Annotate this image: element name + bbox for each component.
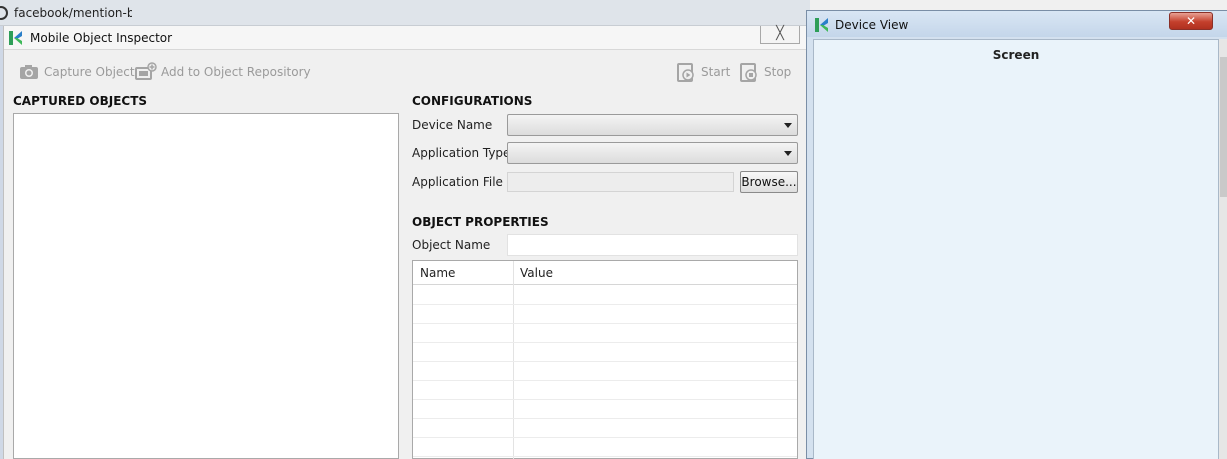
object-properties-heading: OBJECT PROPERTIES [412, 215, 549, 229]
device-view-title: Device View [835, 18, 909, 32]
object-name-label: Object Name [412, 238, 491, 252]
application-type-dropdown[interactable] [507, 142, 798, 164]
start-icon [677, 63, 694, 82]
device-view-scrollbar[interactable] [1219, 39, 1227, 459]
inspector-toolbar: Capture Object Add to Object Repository … [4, 60, 807, 84]
scrollbar-thumb[interactable] [1220, 57, 1227, 197]
table-row [413, 437, 797, 438]
katalon-logo-icon [815, 18, 828, 32]
background-window-titlebar: facebook/mention-bc [0, 0, 810, 26]
configurations-heading: CONFIGURATIONS [412, 94, 533, 108]
captured-objects-list[interactable] [13, 113, 399, 459]
table-row [413, 342, 797, 343]
stop-label: Stop [764, 65, 792, 79]
stop-icon [740, 63, 757, 82]
captured-objects-heading: CAPTURED OBJECTS [13, 94, 148, 108]
github-icon [0, 6, 8, 20]
inspector-title: Mobile Object Inspector [30, 31, 173, 45]
table-row [413, 304, 797, 305]
application-file-field[interactable] [507, 172, 734, 192]
inspector-titlebar: Mobile Object Inspector ╳ [4, 26, 807, 50]
object-properties-table[interactable]: Name Value [412, 260, 798, 459]
screen-label: Screen [992, 48, 1040, 62]
table-row [413, 361, 797, 362]
katalon-logo-icon [9, 31, 22, 45]
add-to-object-repository-button[interactable]: Add to Object Repository [135, 60, 311, 84]
table-row [413, 418, 797, 419]
device-view-titlebar: Device View ✕ [807, 11, 1227, 37]
device-name-label: Device Name [412, 118, 493, 132]
mobile-object-inspector-window: Mobile Object Inspector ╳ Capture Object… [3, 26, 807, 459]
column-header-name[interactable]: Name [420, 266, 455, 280]
add-to-repository-icon [135, 62, 157, 80]
capture-object-button[interactable]: Capture Object [18, 60, 135, 84]
table-row [413, 399, 797, 400]
object-name-field[interactable] [507, 234, 798, 256]
table-row [413, 323, 797, 324]
table-header: Name Value [413, 261, 797, 285]
add-to-object-repository-label: Add to Object Repository [161, 65, 311, 79]
browse-button[interactable]: Browse... [740, 171, 798, 193]
background-window-title: facebook/mention-bc [14, 6, 132, 20]
stop-button[interactable]: Stop [738, 60, 791, 84]
inspector-close-button[interactable]: ╳ [760, 26, 800, 44]
capture-object-label: Capture Object [44, 65, 135, 79]
start-button[interactable]: Start [675, 60, 730, 84]
start-label: Start [701, 65, 731, 79]
device-screen-area[interactable]: Screen [813, 39, 1219, 459]
application-type-label: Application Type [412, 146, 511, 160]
device-view-window: Device View ✕ Screen [806, 10, 1227, 459]
device-view-close-button[interactable]: ✕ [1169, 12, 1213, 30]
table-row [413, 456, 797, 457]
application-file-label: Application File [412, 175, 503, 189]
column-header-value[interactable]: Value [520, 266, 553, 280]
chevron-down-icon [784, 151, 792, 156]
chevron-down-icon [784, 123, 792, 128]
column-divider [513, 261, 514, 459]
device-name-dropdown[interactable] [507, 114, 798, 136]
camera-icon [20, 65, 38, 79]
table-row [413, 380, 797, 381]
